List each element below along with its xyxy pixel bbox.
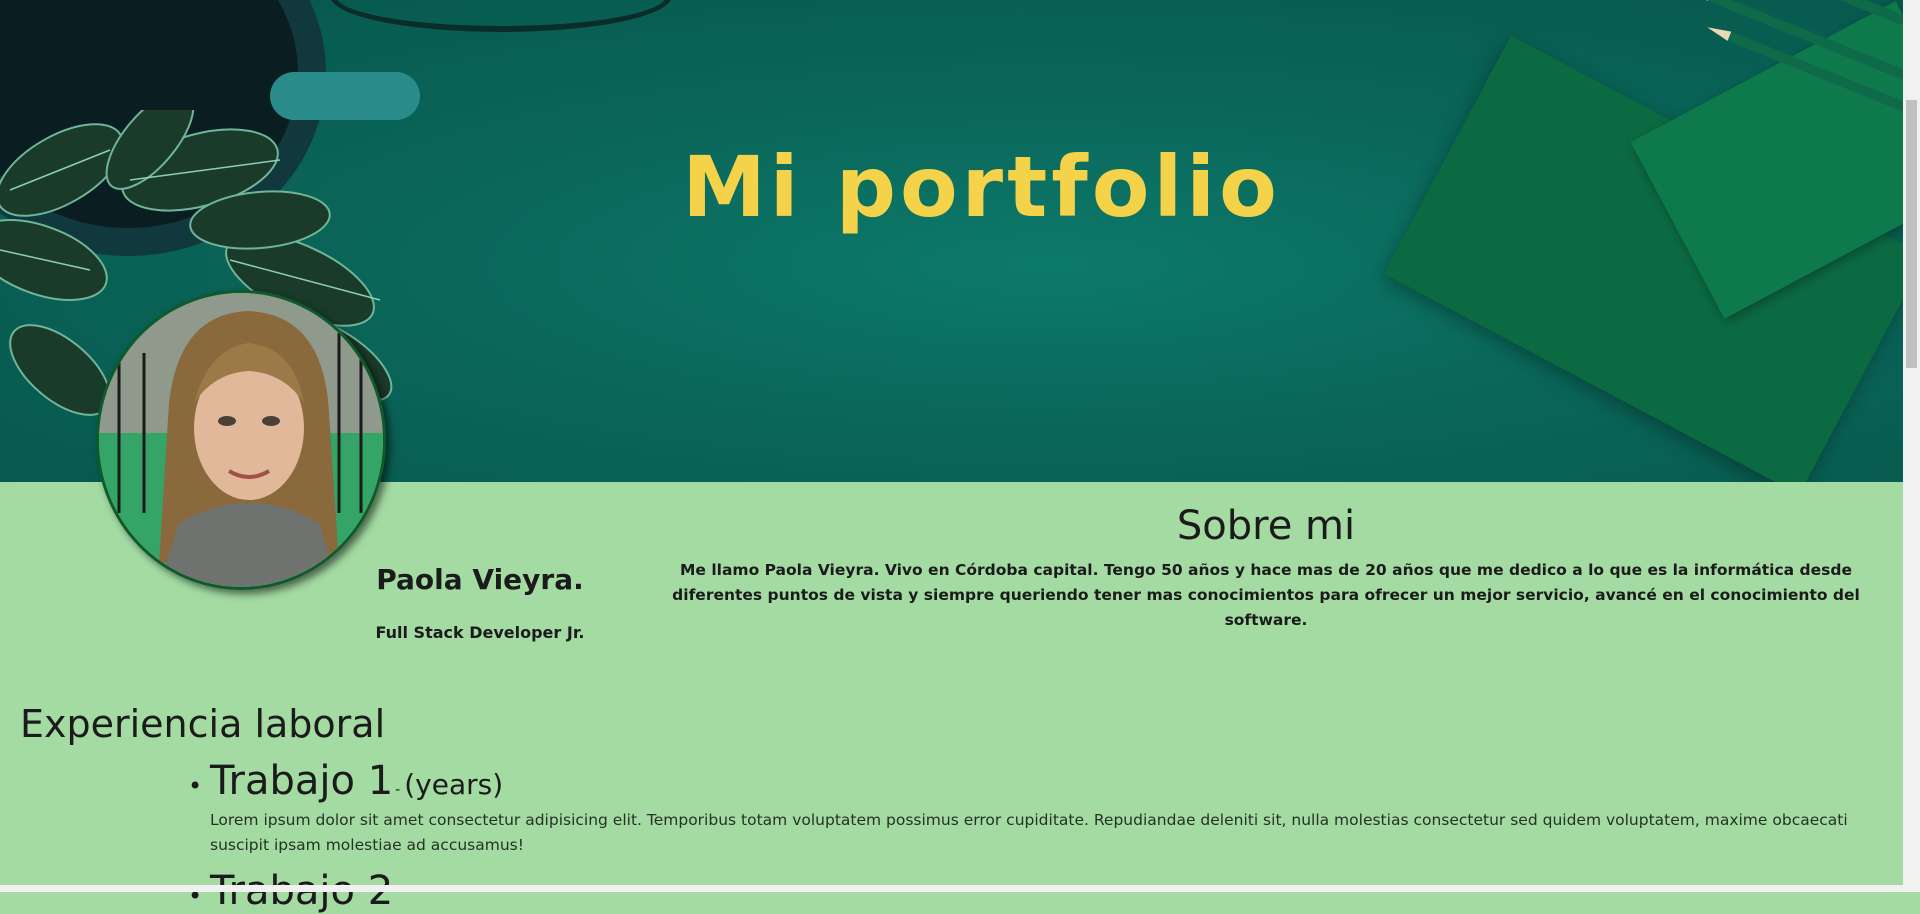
profile-avatar	[96, 290, 386, 590]
profile-name: Paola Vieyra.	[376, 563, 584, 596]
about-title: Sobre mi	[1176, 503, 1356, 549]
vertical-scrollbar-thumb[interactable]	[1906, 100, 1917, 368]
job-years: (years)	[404, 768, 504, 801]
list-bullet: •	[188, 772, 203, 800]
profile-photo	[99, 293, 383, 587]
vertical-scrollbar[interactable]	[1903, 0, 1920, 892]
experience-title: Experiencia laboral	[20, 702, 386, 746]
banner-plate-decoration	[330, 0, 672, 32]
job-separator: -	[395, 782, 401, 798]
about-text: Me llamo Paola Vieyra. Vivo en Córdoba c…	[672, 561, 1860, 629]
job-title: Trabajo 1	[210, 758, 394, 804]
job-item: • Trabajo 1- (years) Lorem ipsum dolor si…	[188, 758, 1890, 858]
banner-title: Mi portfolio	[682, 138, 1281, 237]
profile-role: Full Stack Developer Jr.	[375, 623, 585, 642]
job-description: Lorem ipsum dolor sit amet consectetur a…	[210, 811, 1848, 854]
horizontal-scrollbar[interactable]	[0, 885, 1903, 892]
